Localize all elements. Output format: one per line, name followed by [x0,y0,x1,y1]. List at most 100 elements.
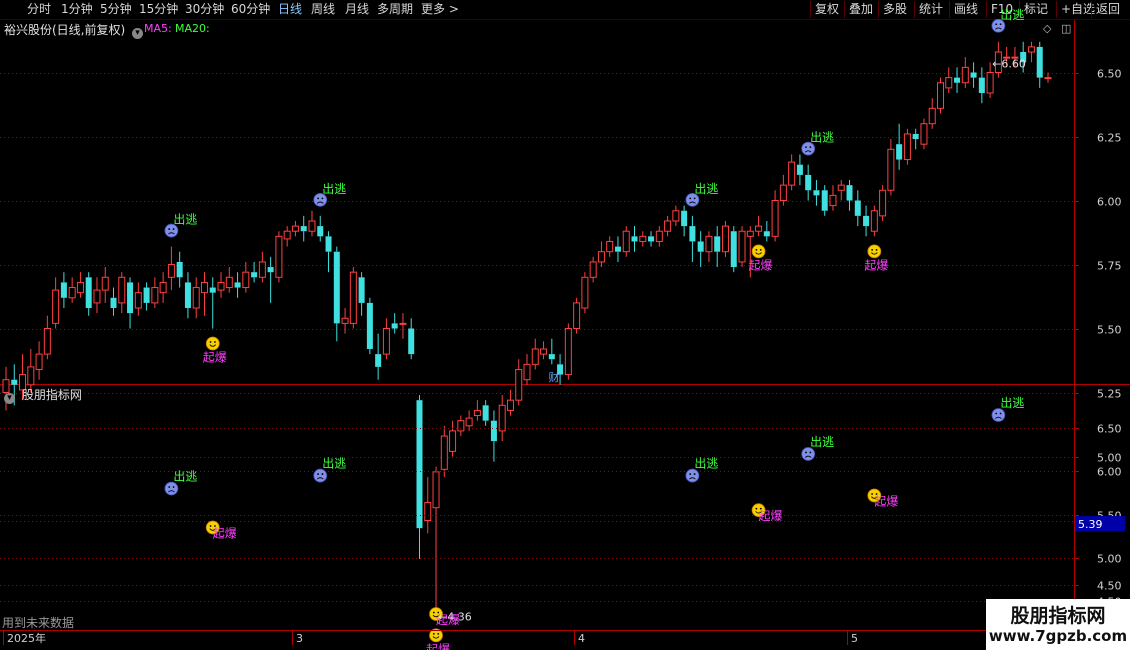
candle-66 [548,338,555,365]
sell-signal-label: 出逃 [694,182,718,196]
candle-84 [697,231,704,268]
candle-17 [143,282,150,311]
price-tick-label: 6.50 [1097,68,1122,81]
diamond-icon[interactable]: ◇ [1043,22,1051,35]
indicator-buy-label: 起爆 [874,494,898,508]
candle-32 [267,256,274,303]
indicator-sell-label: 出逃 [810,435,834,449]
indicator-buy-label: 起爆 [759,509,783,523]
price-tick-label: 5.00 [1097,452,1122,465]
candle-body [457,420,465,432]
indicator-buy-label: 起爆 [213,526,237,540]
candle-93 [771,190,779,242]
main-grid [0,20,1130,630]
candle-45 [375,333,382,380]
face-eye [755,248,758,251]
candle-104 [863,205,870,237]
candle-body [11,379,18,385]
candle-body [531,348,539,365]
time-tick-label: 2025年 [7,631,46,645]
candle-23 [192,277,200,319]
collapse-icon[interactable]: ▾ [132,28,144,39]
candle-body [903,133,911,161]
candle-89 [738,226,746,268]
candle-body [912,133,919,140]
face-eye [168,228,171,230]
candle-103 [854,190,861,227]
candle-body [961,66,969,84]
candle-59 [490,410,497,462]
candle-19 [159,272,167,303]
candle-77 [639,231,647,247]
candle-14 [118,272,126,314]
candle-15 [127,277,134,329]
candle-74 [614,236,621,262]
indicator-title: ▾ 股朋指标网 [4,386,82,404]
face-eye [432,632,435,635]
candle-117 [970,62,977,88]
candle-body [251,272,258,278]
face-eye [875,248,878,251]
sell-signal-label: 出逃 [173,213,197,227]
low-price-marker: ←4.36 [438,610,472,623]
candle-25 [209,277,216,329]
candle-body [225,276,233,289]
indicator-tick-label: 6.00 [1097,466,1122,479]
face-eye [755,507,758,510]
candle-72 [597,241,605,268]
candle-body [721,225,729,253]
indicator-collapse-icon[interactable]: ▾ [4,393,15,404]
candle-body [1044,77,1052,80]
candle-75 [622,226,630,257]
candle-body [93,289,101,304]
current-value-label: 5.39 [1078,518,1103,531]
ma20-label: MA20: [175,22,210,35]
indicator-sell-label: 出逃 [322,457,346,471]
candle-body [863,215,870,227]
candle-body [399,322,407,325]
watermark-url: www.7gpzb.com [988,627,1128,645]
candle-body [85,277,92,309]
candle-56 [465,410,473,431]
candle-13 [110,287,117,316]
candle-116 [961,57,969,88]
candle-10 [85,272,92,316]
time-tick-label: 5 [851,632,858,645]
face-circle [751,244,766,259]
candle-body [308,220,316,232]
candle-20 [167,246,175,291]
candle-body [705,235,713,253]
candle-body [954,77,961,83]
candle-4 [35,341,43,380]
candle-body [738,230,746,263]
candle-36 [300,215,307,242]
candle-97 [805,164,812,201]
candle-body [60,282,67,298]
candle-80 [664,215,672,237]
candle-body [879,189,887,217]
face-circle [313,468,328,483]
face-eye [172,228,175,230]
candle-body [664,220,672,232]
indicator-grid [0,428,1074,602]
window-icon[interactable]: ◫ [1061,22,1071,35]
candle-95 [788,154,796,191]
candle-body [936,82,944,109]
candle-53 [440,425,448,477]
candle-100 [829,185,837,211]
candle-body [416,400,423,529]
candle-body [896,144,903,160]
stock-title: 裕兴股份(日线,前复权) ▾ [4,21,144,39]
candle-124 [1027,41,1035,63]
face-eye [693,473,696,475]
candle-body [143,287,150,303]
candle-body [449,430,457,452]
indicator-sell-sad-icon [313,468,328,483]
candle-82 [681,205,688,237]
candle-body [341,317,349,324]
candle-24 [200,272,208,316]
candle-108 [896,123,903,170]
candles-layer [2,41,1052,621]
buy-signal-label: 起爆 [203,351,227,365]
candle-11 [93,277,101,314]
